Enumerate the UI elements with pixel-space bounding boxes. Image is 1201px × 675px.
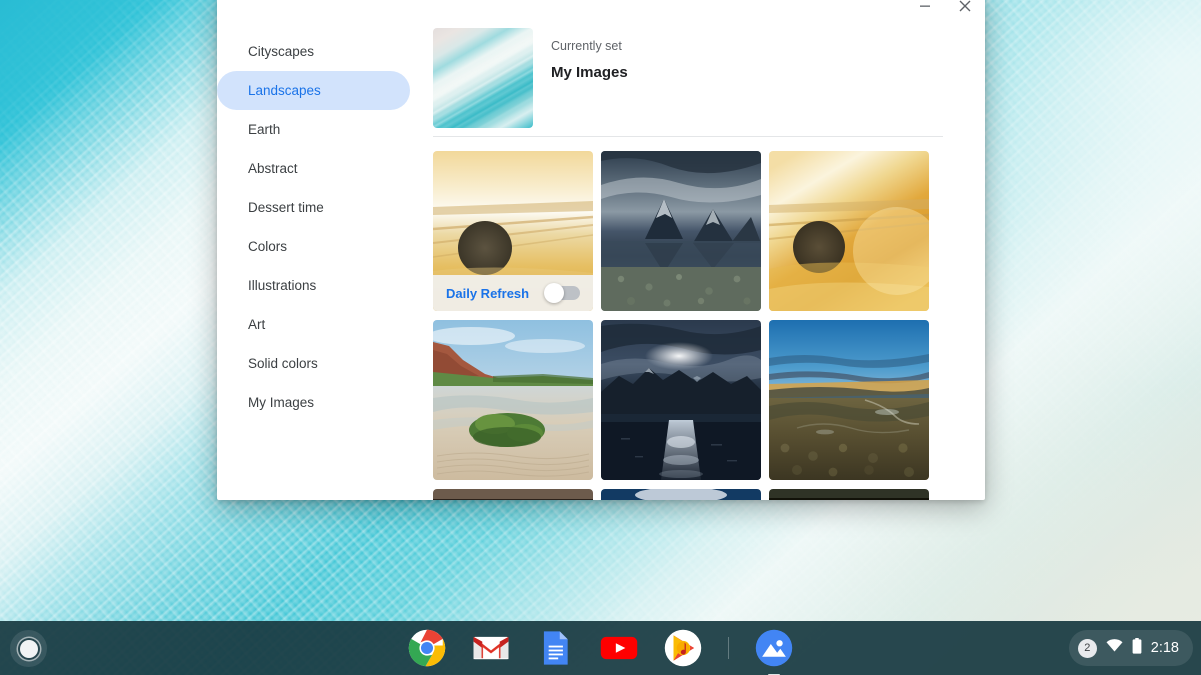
category-sidebar: Cityscapes Landscapes Earth Abstract Des… — [217, 22, 422, 500]
shelf: 2 2:18 — [0, 621, 1201, 675]
sidebar-item-colors[interactable]: Colors — [217, 227, 410, 266]
daily-refresh-toggle[interactable] — [546, 286, 580, 300]
wallpaper-picker-icon[interactable] — [755, 629, 793, 667]
sidebar-item-label: Abstract — [248, 161, 298, 176]
chrome-icon[interactable] — [408, 629, 446, 667]
wallpaper-thumbnail-6[interactable] — [769, 320, 929, 480]
wifi-icon[interactable] — [1106, 639, 1123, 657]
sidebar-item-label: Illustrations — [248, 278, 316, 293]
sidebar-item-label: Cityscapes — [248, 44, 314, 59]
google-docs-icon[interactable] — [536, 629, 574, 667]
sidebar-item-label: Art — [248, 317, 265, 332]
youtube-icon[interactable] — [600, 629, 638, 667]
sidebar-item-label: My Images — [248, 395, 314, 410]
sidebar-item-landscapes[interactable]: Landscapes — [217, 71, 410, 110]
current-wallpaper-info: Currently set My Images — [533, 28, 628, 136]
sidebar-item-label: Solid colors — [248, 356, 318, 371]
sidebar-item-label: Landscapes — [248, 83, 321, 98]
sidebar-item-earth[interactable]: Earth — [217, 110, 410, 149]
battery-icon[interactable] — [1132, 638, 1142, 659]
wallpaper-thumbnail-2[interactable] — [601, 151, 761, 311]
notification-count-badge[interactable]: 2 — [1078, 639, 1097, 658]
wallpaper-thumbnail-7[interactable] — [433, 489, 593, 500]
sidebar-item-label: Earth — [248, 122, 280, 137]
play-music-icon[interactable] — [664, 629, 702, 667]
desktop: Cityscapes Landscapes Earth Abstract Des… — [0, 0, 1201, 675]
sidebar-item-label: Dessert time — [248, 200, 324, 215]
daily-refresh-bar: Daily Refresh — [433, 275, 593, 311]
currently-set-label: Currently set — [551, 39, 628, 53]
wallpaper-main-panel: Currently set My Images — [422, 22, 985, 500]
daily-refresh-label: Daily Refresh — [446, 286, 529, 301]
sidebar-item-dessert-time[interactable]: Dessert time — [217, 188, 410, 227]
shelf-app-list — [0, 621, 1201, 675]
sidebar-item-art[interactable]: Art — [217, 305, 410, 344]
close-icon[interactable] — [945, 0, 985, 22]
status-area[interactable]: 2 2:18 — [1069, 630, 1193, 666]
clock-label: 2:18 — [1151, 640, 1179, 656]
wallpaper-thumbnail-3[interactable] — [769, 151, 929, 311]
wallpaper-picker-dialog: Cityscapes Landscapes Earth Abstract Des… — [217, 0, 985, 500]
sidebar-item-cityscapes[interactable]: Cityscapes — [217, 32, 410, 71]
wallpaper-thumbnail-5[interactable] — [601, 320, 761, 480]
wallpaper-thumbnail-9[interactable] — [769, 489, 929, 500]
sidebar-item-solid-colors[interactable]: Solid colors — [217, 344, 410, 383]
sidebar-item-abstract[interactable]: Abstract — [217, 149, 410, 188]
shelf-separator — [728, 637, 729, 659]
gmail-icon[interactable] — [472, 629, 510, 667]
wallpaper-thumbnail-1[interactable]: Daily Refresh — [433, 151, 593, 311]
current-wallpaper-name: My Images — [551, 64, 628, 81]
wallpaper-thumbnail-8[interactable] — [601, 489, 761, 500]
dialog-titlebar[interactable] — [217, 0, 985, 22]
sidebar-item-illustrations[interactable]: Illustrations — [217, 266, 410, 305]
toggle-knob — [544, 283, 564, 303]
wallpaper-grid: Daily Refresh — [433, 137, 949, 500]
minimize-icon[interactable] — [905, 0, 945, 22]
sidebar-item-my-images[interactable]: My Images — [217, 383, 410, 422]
wallpaper-thumbnail-4[interactable] — [433, 320, 593, 480]
sidebar-item-label: Colors — [248, 239, 287, 254]
current-wallpaper-thumbnail[interactable] — [433, 28, 533, 128]
current-wallpaper-section: Currently set My Images — [433, 22, 949, 136]
